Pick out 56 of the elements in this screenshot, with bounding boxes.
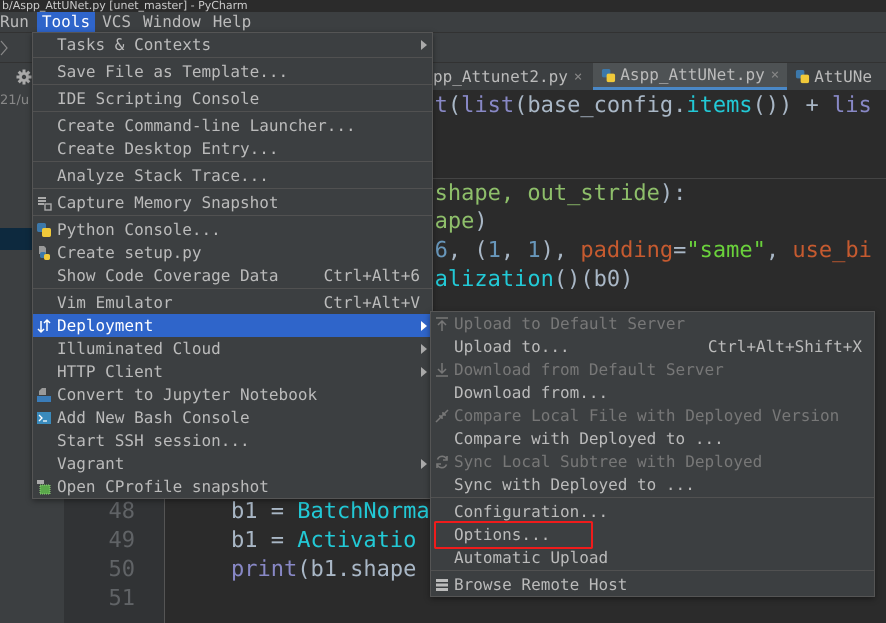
- menu-item[interactable]: Python Console...: [33, 218, 432, 241]
- menu-item[interactable]: IDE Scripting Console: [33, 87, 432, 110]
- server-icon: [434, 576, 450, 592]
- compare-arrows-icon: [434, 408, 450, 424]
- menu-item[interactable]: Create Command-line Launcher...: [33, 114, 432, 137]
- menu-item[interactable]: Start SSH session...: [33, 429, 432, 452]
- menu-item[interactable]: Vagrant: [33, 452, 432, 475]
- code-line: shape, out_stride):: [434, 180, 686, 208]
- menu-bar-item[interactable]: Help: [208, 12, 256, 32]
- menu-item[interactable]: Save File as Template...: [33, 60, 432, 83]
- chevron-icon: [0, 40, 8, 56]
- python-file-icon: [36, 244, 52, 260]
- terminal-icon: [36, 410, 52, 426]
- code-line: 6, (1, 1), padding="same", use_bi: [434, 237, 872, 265]
- editor-tab[interactable]: AttUNe: [787, 63, 880, 90]
- menu-item[interactable]: Vim Emulator Ctrl+Alt+V: [33, 291, 432, 314]
- menu-bar-item[interactable]: VCS: [97, 12, 136, 32]
- code-line: ape): [434, 208, 488, 236]
- code-line: b1 = Activatio: [230, 527, 416, 555]
- menu-item[interactable]: Tasks & Contexts: [33, 33, 432, 56]
- menu-item[interactable]: Create Desktop Entry...: [33, 137, 432, 160]
- menu-item[interactable]: Open CProfile snapshot: [33, 475, 432, 498]
- menu-item[interactable]: Convert to Jupyter Notebook: [33, 383, 432, 406]
- menu-item[interactable]: Add New Bash Console: [33, 406, 432, 429]
- code-line: alization()(b0): [434, 266, 634, 294]
- download-icon: [434, 362, 450, 378]
- menu-item[interactable]: Browse Remote Host: [431, 573, 874, 596]
- menu-item[interactable]: Download from...: [431, 381, 874, 404]
- menu-item[interactable]: HTTP Client: [33, 360, 432, 383]
- menu-item[interactable]: Compare with Deployed to ...: [431, 427, 874, 450]
- menu-item[interactable]: Illuminated Cloud: [33, 337, 432, 360]
- python-icon: [36, 222, 52, 238]
- upload-icon: [434, 316, 450, 332]
- code-line: print(b1.shape: [230, 556, 416, 584]
- menu-item[interactable]: Analyze Stack Trace...: [33, 164, 432, 187]
- menu-bar-item[interactable]: Tools: [36, 12, 96, 32]
- menu-item[interactable]: Configuration...: [431, 500, 874, 523]
- window-title: b/Aspp_AttUNet.py [unet_master] - PyCharm: [2, 0, 248, 12]
- menu-item[interactable]: Create setup.py: [33, 241, 432, 264]
- menu-item[interactable]: Show Code Coverage Data Ctrl+Alt+6: [33, 264, 432, 287]
- menu-item[interactable]: Automatic Upload: [431, 546, 874, 569]
- menu-item[interactable]: Options...: [431, 523, 874, 546]
- code-line: b1 = BatchNorma: [230, 498, 430, 526]
- menu-item[interactable]: Upload to... Ctrl+Alt+Shift+X: [431, 335, 874, 358]
- menu-bar-item[interactable]: Run: [0, 12, 34, 32]
- profile-icon: [36, 478, 52, 494]
- up-down-arrows-icon: [36, 318, 52, 334]
- code-line: t(list(base_config.items()) + lis: [434, 92, 872, 120]
- menu-bar-item[interactable]: Window: [138, 12, 206, 32]
- menu-item[interactable]: Deployment: [33, 314, 432, 337]
- editor-tab[interactable]: Aspp_AttUNet.py ×: [593, 63, 788, 90]
- notebook-icon: [36, 386, 52, 402]
- sync-icon: [434, 454, 450, 470]
- menu-item[interactable]: Capture Memory Snapshot: [33, 191, 432, 214]
- menu-item[interactable]: Sync with Deployed to ...: [431, 473, 874, 496]
- memory-icon: [36, 194, 52, 210]
